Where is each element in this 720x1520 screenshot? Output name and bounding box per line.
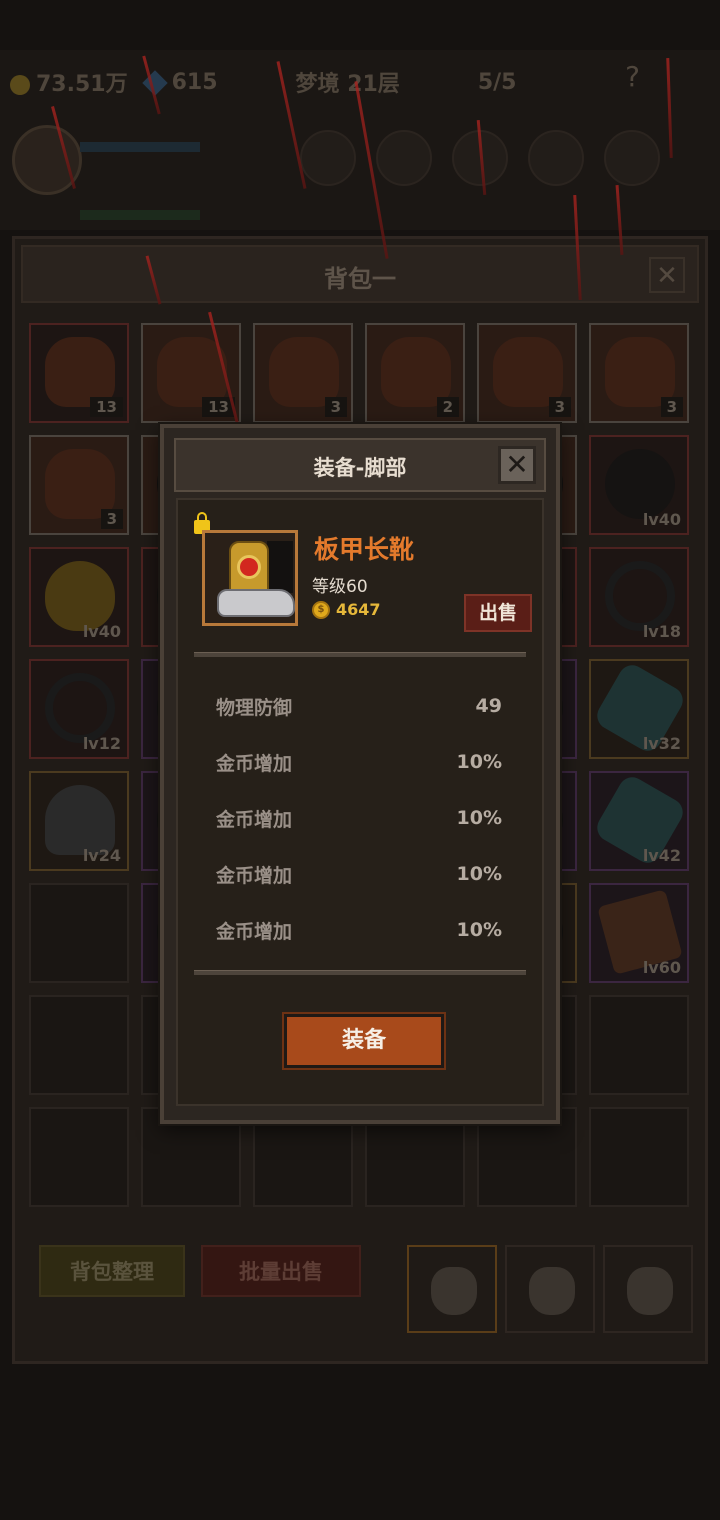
inventory-slot[interactable]: lv40 bbox=[29, 547, 129, 647]
item-level-badge: lv40 bbox=[642, 510, 681, 529]
stage-label: 梦境 21层 bbox=[295, 72, 400, 97]
dialog-header: 装备-脚部 ✕ bbox=[174, 438, 546, 492]
stat-list: 物理防御 49 金币增加 10% 金币增加 10% 金币增加 10% 金币增加 10% bbox=[216, 678, 502, 958]
stat-value: 10% bbox=[456, 863, 502, 885]
key-counter: 5/5 bbox=[477, 69, 517, 95]
sort-bag-button[interactable]: 背包整理 bbox=[39, 1245, 185, 1297]
help-button[interactable]: ? bbox=[625, 60, 640, 93]
dark-item-icon bbox=[605, 449, 675, 519]
stat-value: 10% bbox=[456, 919, 502, 941]
stat-row: 物理防御 49 bbox=[216, 678, 502, 734]
inventory-slot[interactable]: lv18 bbox=[589, 547, 689, 647]
bag-close-button[interactable]: ✕ bbox=[649, 257, 685, 293]
bag-tab-2[interactable] bbox=[505, 1245, 595, 1333]
inventory-slot[interactable] bbox=[29, 1107, 129, 1207]
stat-name: 金币增加 bbox=[216, 864, 293, 887]
inventory-slot[interactable] bbox=[29, 995, 129, 1095]
coin-icon: $ bbox=[312, 600, 330, 619]
gold-coin-icon bbox=[10, 75, 30, 95]
ring-item-icon bbox=[45, 673, 115, 743]
equip-slot-icon[interactable] bbox=[604, 130, 660, 186]
price-value: 4647 bbox=[336, 600, 381, 619]
backpack-icon bbox=[529, 1267, 575, 1315]
bag-title: 背包一 bbox=[324, 265, 396, 293]
stat-value: 49 bbox=[475, 695, 502, 717]
inventory-slot[interactable] bbox=[589, 995, 689, 1095]
stack-count: 13 bbox=[90, 397, 123, 417]
inventory-slot[interactable] bbox=[29, 883, 129, 983]
stat-name: 金币增加 bbox=[216, 808, 293, 831]
inventory-slot[interactable]: lv12 bbox=[29, 659, 129, 759]
stat-name: 金币增加 bbox=[216, 752, 293, 775]
bag-actions: 背包整理 批量出售 bbox=[39, 1245, 361, 1297]
equip-slot-icon[interactable] bbox=[300, 130, 356, 186]
item-portrait bbox=[202, 530, 298, 626]
inventory-slot[interactable]: 3 bbox=[589, 323, 689, 423]
dialog-title: 装备-脚部 bbox=[313, 456, 407, 480]
item-level-badge: lv32 bbox=[642, 734, 681, 753]
stat-row: 金币增加 10% bbox=[216, 734, 502, 790]
inventory-slot[interactable]: lv32 bbox=[589, 659, 689, 759]
gold-counter: 73.51万 bbox=[10, 66, 128, 98]
inventory-slot[interactable]: lv24 bbox=[29, 771, 129, 871]
dialog-body: 板甲长靴 等级60 $ 4647 出售 物理防御 49 金币增加 10% 金币增加 10%… bbox=[176, 498, 544, 1106]
stack-count: 3 bbox=[548, 397, 571, 417]
stat-value: 10% bbox=[456, 807, 502, 829]
boot-icon bbox=[215, 541, 295, 617]
equipment-detail-dialog: 装备-脚部 ✕ 板甲长靴 等级60 $ 4647 出售 物理防御 49 金币增加 10… bbox=[160, 424, 560, 1124]
batch-sell-button[interactable]: 批量出售 bbox=[201, 1245, 361, 1297]
bag-tab-3[interactable] bbox=[603, 1245, 693, 1333]
inventory-slot[interactable] bbox=[589, 1107, 689, 1207]
item-level-badge: lv42 bbox=[642, 846, 681, 865]
item-level-badge: lv24 bbox=[82, 846, 121, 865]
bag-tab-1[interactable] bbox=[407, 1245, 497, 1333]
divider bbox=[194, 970, 526, 975]
bag-header: 背包一 ✕ bbox=[21, 245, 699, 303]
item-price: $ 4647 bbox=[312, 600, 381, 619]
item-level-badge: lv40 bbox=[82, 622, 121, 641]
hp-bar bbox=[80, 142, 200, 152]
item-level: 等级60 bbox=[312, 577, 368, 597]
stack-count: 2 bbox=[436, 397, 459, 417]
xp-bar bbox=[80, 210, 200, 220]
bag-tabs bbox=[407, 1245, 693, 1333]
ring-item-icon bbox=[605, 561, 675, 631]
item-level-badge: lv12 bbox=[82, 734, 121, 753]
stat-value: 10% bbox=[456, 751, 502, 773]
egg-item-icon bbox=[45, 561, 115, 631]
equip-slot-icon[interactable] bbox=[528, 130, 584, 186]
backpack-icon bbox=[431, 1267, 477, 1315]
stat-name: 物理防御 bbox=[216, 696, 293, 719]
stat-row: 金币增加 10% bbox=[216, 846, 502, 902]
inventory-slot[interactable]: 3 bbox=[253, 323, 353, 423]
inventory-slot[interactable]: 13 bbox=[29, 323, 129, 423]
divider bbox=[194, 652, 526, 657]
stack-count: 3 bbox=[660, 397, 683, 417]
inventory-slot[interactable]: lv60 bbox=[589, 883, 689, 983]
inventory-slot[interactable]: 3 bbox=[29, 435, 129, 535]
equip-button[interactable]: 装备 bbox=[284, 1014, 444, 1068]
equip-slot-icon[interactable] bbox=[376, 130, 432, 186]
inventory-slot[interactable]: 2 bbox=[365, 323, 465, 423]
inventory-slot[interactable]: lv40 bbox=[589, 435, 689, 535]
stat-name: 金币增加 bbox=[216, 920, 293, 943]
top-hud: 73.51万 615 梦境 21层 5/5 ? bbox=[0, 50, 720, 230]
stack-count: 3 bbox=[324, 397, 347, 417]
item-level-badge: lv18 bbox=[642, 622, 681, 641]
backpack-icon bbox=[627, 1267, 673, 1315]
gem-counter: 615 bbox=[141, 70, 218, 96]
helm-item-icon bbox=[45, 785, 115, 855]
stack-count: 3 bbox=[100, 509, 123, 529]
stat-row: 金币增加 10% bbox=[216, 790, 502, 846]
sell-button[interactable]: 出售 bbox=[464, 594, 532, 632]
item-name: 板甲长靴 bbox=[314, 535, 415, 564]
dialog-close-button[interactable]: ✕ bbox=[498, 446, 536, 484]
inventory-slot[interactable]: lv42 bbox=[589, 771, 689, 871]
item-level-badge: lv60 bbox=[642, 958, 681, 977]
inventory-slot[interactable]: 3 bbox=[477, 323, 577, 423]
stat-row: 金币增加 10% bbox=[216, 902, 502, 958]
